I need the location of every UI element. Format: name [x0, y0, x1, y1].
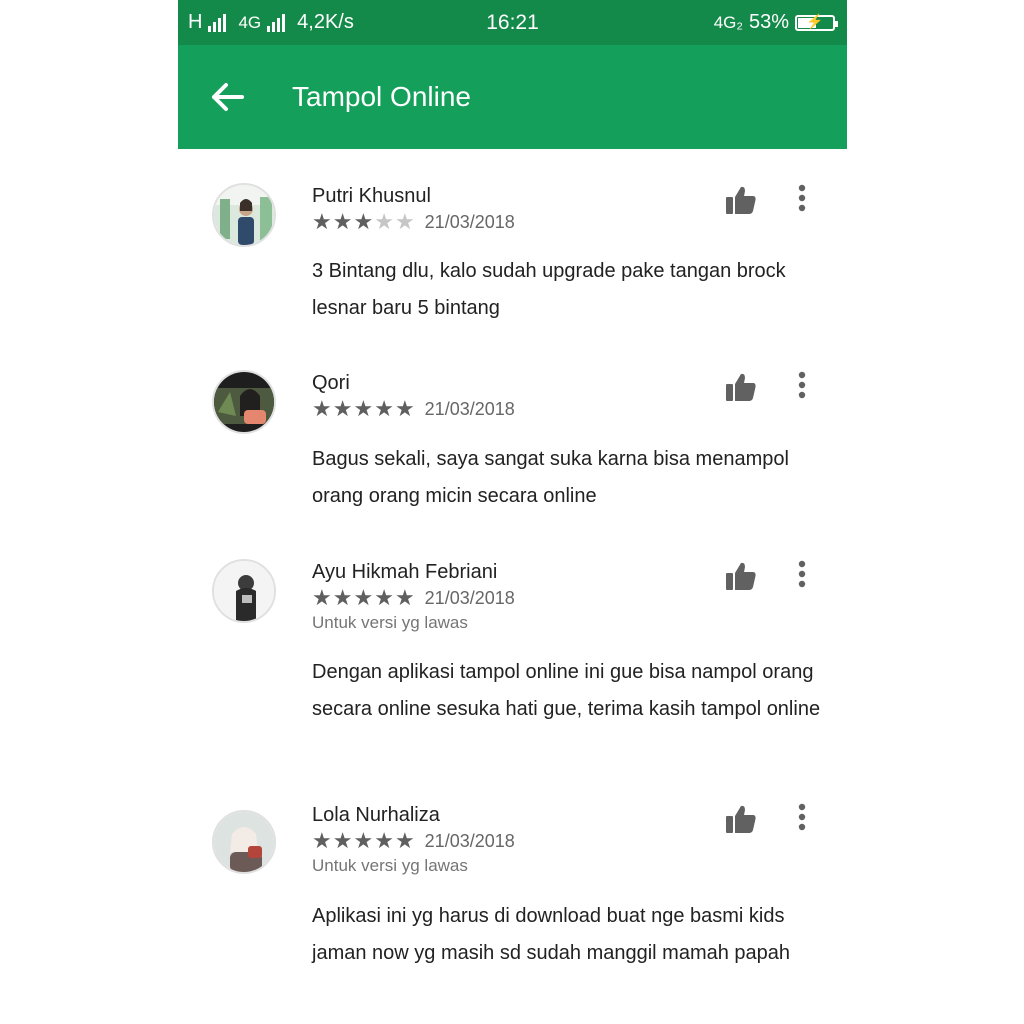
review-card: Lola Nurhaliza ★ ★ ★ ★ ★ 21/03/2018 Untuk ve… — [178, 802, 847, 1012]
review-author: Putri Khusnul — [312, 185, 431, 207]
star-filled-icon: ★ — [332, 828, 353, 853]
star-rating: ★ ★ ★ ★ ★ — [312, 830, 415, 852]
star-filled-icon: ★ — [394, 585, 415, 610]
star-filled-icon: ★ — [312, 396, 332, 421]
review-meta: ★ ★ ★ ★ ★ 21/03/2018 — [312, 398, 515, 420]
star-filled-icon: ★ — [312, 828, 332, 853]
network-type-label: 4G₂ — [713, 12, 743, 32]
thumbs-up-icon[interactable] — [724, 559, 758, 593]
review-date: 21/03/2018 — [424, 587, 515, 608]
review-text: Bagus sekali, saya sangat suka karna bis… — [312, 448, 789, 507]
review-text: Aplikasi ini yg harus di download buat n… — [312, 905, 791, 964]
star-filled-icon: ★ — [353, 828, 374, 853]
more-vert-icon[interactable] — [790, 802, 814, 836]
star-filled-icon: ★ — [332, 396, 353, 421]
status-right: 4G₂ 53% ⚡ — [713, 11, 838, 34]
avatar[interactable] — [212, 370, 276, 434]
battery-icon: ⚡ — [795, 12, 838, 31]
thumbs-up-icon[interactable] — [724, 183, 758, 217]
star-filled-icon: ★ — [374, 828, 394, 853]
review-meta: ★ ★ ★ ★ ★ 21/03/2018 — [312, 211, 515, 233]
star-rating: ★ ★ ★ ★ ★ — [312, 211, 415, 233]
review-meta: ★ ★ ★ ★ ★ 21/03/2018 — [312, 587, 515, 609]
thumbs-up-icon[interactable] — [724, 370, 758, 404]
star-filled-icon: ★ — [332, 209, 353, 234]
star-filled-icon: ★ — [332, 585, 353, 610]
review-text: Dengan aplikasi tampol online ini gue bi… — [312, 661, 821, 720]
star-empty-icon: ★ — [374, 209, 394, 234]
review-text: 3 Bintang dlu, kalo sudah upgrade pake t… — [312, 260, 786, 319]
star-rating: ★ ★ ★ ★ ★ — [312, 587, 415, 609]
more-vert-icon[interactable] — [790, 370, 814, 404]
review-author: Lola Nurhaliza — [312, 804, 440, 826]
review-card: Ayu Hikmah Febriani ★ ★ ★ ★ ★ 21/03/2018 Unt… — [178, 559, 847, 759]
review-meta: ★ ★ ★ ★ ★ 21/03/2018 — [312, 830, 515, 852]
review-date: 21/03/2018 — [424, 211, 515, 232]
version-note: Untuk versi yg lawas — [312, 613, 468, 632]
star-rating: ★ ★ ★ ★ ★ — [312, 398, 415, 420]
status-bar: H 4G 4,2K/s 16:21 4G₂ 53% ⚡ — [178, 0, 847, 45]
star-filled-icon: ★ — [353, 209, 374, 234]
star-filled-icon: ★ — [374, 585, 394, 610]
app-bar: Tampol Online — [178, 45, 847, 149]
more-vert-icon[interactable] — [790, 183, 814, 217]
avatar[interactable] — [212, 559, 276, 623]
charging-icon: ⚡ — [806, 12, 824, 29]
review-author: Ayu Hikmah Febriani — [312, 561, 498, 583]
version-note: Untuk versi yg lawas — [312, 856, 468, 875]
avatar[interactable] — [212, 810, 276, 874]
star-empty-icon: ★ — [394, 209, 415, 234]
page-title: Tampol Online — [292, 81, 471, 112]
star-filled-icon: ★ — [353, 396, 374, 421]
arrow-left-icon[interactable] — [208, 77, 248, 117]
star-filled-icon: ★ — [312, 209, 332, 234]
review-date: 21/03/2018 — [424, 830, 515, 851]
more-vert-icon[interactable] — [790, 559, 814, 593]
star-filled-icon: ★ — [374, 396, 394, 421]
review-date: 21/03/2018 — [424, 398, 515, 419]
avatar[interactable] — [212, 183, 276, 247]
battery-percent: 53% — [748, 11, 789, 33]
star-filled-icon: ★ — [394, 828, 415, 853]
review-card: Qori ★ ★ ★ ★ ★ 21/03/2018 Bagus sekali, saya… — [178, 370, 847, 520]
review-card: Putri Khusnul ★ ★ ★ ★ ★ 21/03/2018 3 Bintang… — [178, 183, 847, 333]
star-filled-icon: ★ — [312, 585, 332, 610]
star-filled-icon: ★ — [394, 396, 415, 421]
review-author: Qori — [312, 372, 350, 394]
phone-screen: H 4G 4,2K/s 16:21 4G₂ 53% ⚡ Tampol Onlin… — [178, 0, 847, 1024]
thumbs-up-icon[interactable] — [724, 802, 758, 836]
star-filled-icon: ★ — [353, 585, 374, 610]
